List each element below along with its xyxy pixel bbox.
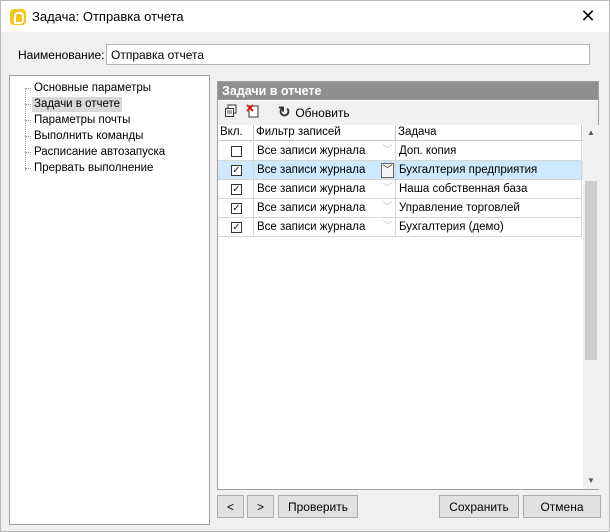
refresh-label: Обновить [295, 106, 350, 120]
enabled-checkbox[interactable]: ✓ [231, 222, 242, 233]
name-label: Наименование: [18, 48, 105, 62]
refresh-button[interactable]: ↻ Обновить [278, 104, 358, 122]
chevron-down-icon[interactable]: ﹀ [381, 163, 394, 178]
chevron-down-icon[interactable]: ﹀ [381, 201, 394, 216]
name-input[interactable] [106, 44, 590, 65]
column-header-filter[interactable]: Фильтр записей [254, 125, 396, 141]
scroll-down-icon[interactable]: ▼ [583, 473, 599, 489]
column-header-task[interactable]: Задача [396, 125, 582, 141]
tree-item-run-commands[interactable]: Выполнить команды [32, 129, 145, 144]
next-button[interactable]: > [247, 495, 274, 518]
save-button[interactable]: Сохранить [439, 495, 519, 518]
prev-button[interactable]: < [217, 495, 244, 518]
enabled-checkbox[interactable]: ✓ [231, 165, 242, 176]
tasks-grid: Вкл. Фильтр записей Задача Все записи жу… [218, 125, 583, 489]
task-name: Управление торговлей [396, 199, 582, 218]
tree-item-report-tasks[interactable]: Задачи в отчете [32, 97, 123, 112]
tree-connector [25, 88, 26, 170]
panel-toolbar: ↻ Обновить [218, 101, 598, 125]
task-name: Наша собственная база [396, 180, 582, 199]
scroll-up-icon[interactable]: ▲ [583, 125, 599, 141]
table-row[interactable]: Все записи журнала ﹀ Доп. копия [218, 142, 583, 161]
delete-icon[interactable] [246, 104, 262, 122]
grid-header: Вкл. Фильтр записей Задача [218, 125, 583, 141]
app-logo-icon [10, 9, 26, 25]
table-row[interactable]: ✓ Все записи журнала ﹀ Бухгалтерия (демо) [218, 218, 583, 237]
column-header-enabled[interactable]: Вкл. [218, 125, 254, 141]
close-icon[interactable]: ✕ [568, 2, 608, 31]
window-title: Задача: Отправка отчета [32, 9, 184, 24]
table-row[interactable]: ✓ Все записи журнала ﹀ Управление торговл… [218, 199, 583, 218]
refresh-icon: ↻ [278, 104, 291, 121]
title-bar: Задача: Отправка отчета ✕ [1, 1, 609, 32]
task-name: Бухгалтерия предприятия [396, 161, 582, 180]
filter-value: Все записи журнала [257, 202, 366, 214]
panel-title: Задачи в отчете [218, 82, 598, 100]
chevron-down-icon[interactable]: ﹀ [381, 220, 394, 235]
tree-item-main-params[interactable]: Основные параметры [32, 81, 153, 96]
chevron-down-icon[interactable]: ﹀ [381, 182, 394, 197]
check-button[interactable]: Проверить [278, 495, 358, 518]
enabled-checkbox[interactable]: ✓ [231, 184, 242, 195]
chevron-down-icon[interactable]: ﹀ [381, 144, 394, 159]
vertical-scrollbar[interactable]: ▲ ▼ [583, 125, 599, 489]
filter-value: Все записи журнала [257, 145, 366, 157]
filter-value: Все записи журнала [257, 164, 366, 176]
cancel-button[interactable]: Отмена [523, 495, 601, 518]
settings-tree: Основные параметры Задачи в отчете Парам… [9, 75, 210, 525]
task-name: Доп. копия [396, 142, 582, 161]
filter-value: Все записи журнала [257, 183, 366, 195]
tree-item-mail-params[interactable]: Параметры почты [32, 113, 132, 128]
filter-value: Все записи журнала [257, 221, 366, 233]
scroll-thumb[interactable] [585, 181, 597, 360]
table-row[interactable]: ✓ Все записи журнала ﹀ Наша собственная б… [218, 180, 583, 199]
tree-item-autorun-schedule[interactable]: Расписание автозапуска [32, 145, 167, 160]
copy-icon[interactable] [224, 104, 240, 122]
task-name: Бухгалтерия (демо) [396, 218, 582, 237]
table-row[interactable]: ✓ Все записи журнала ﹀ Бухгалтерия предпр… [218, 161, 583, 180]
enabled-checkbox[interactable]: ✓ [231, 203, 242, 214]
tree-item-abort-execution[interactable]: Прервать выполнение [32, 161, 155, 176]
dialog-window: Задача: Отправка отчета ✕ Наименование: … [0, 0, 610, 532]
report-tasks-panel: Задачи в отчете ↻ Обновить Вкл. Фильтр з… [217, 81, 599, 490]
enabled-checkbox[interactable] [231, 146, 242, 157]
